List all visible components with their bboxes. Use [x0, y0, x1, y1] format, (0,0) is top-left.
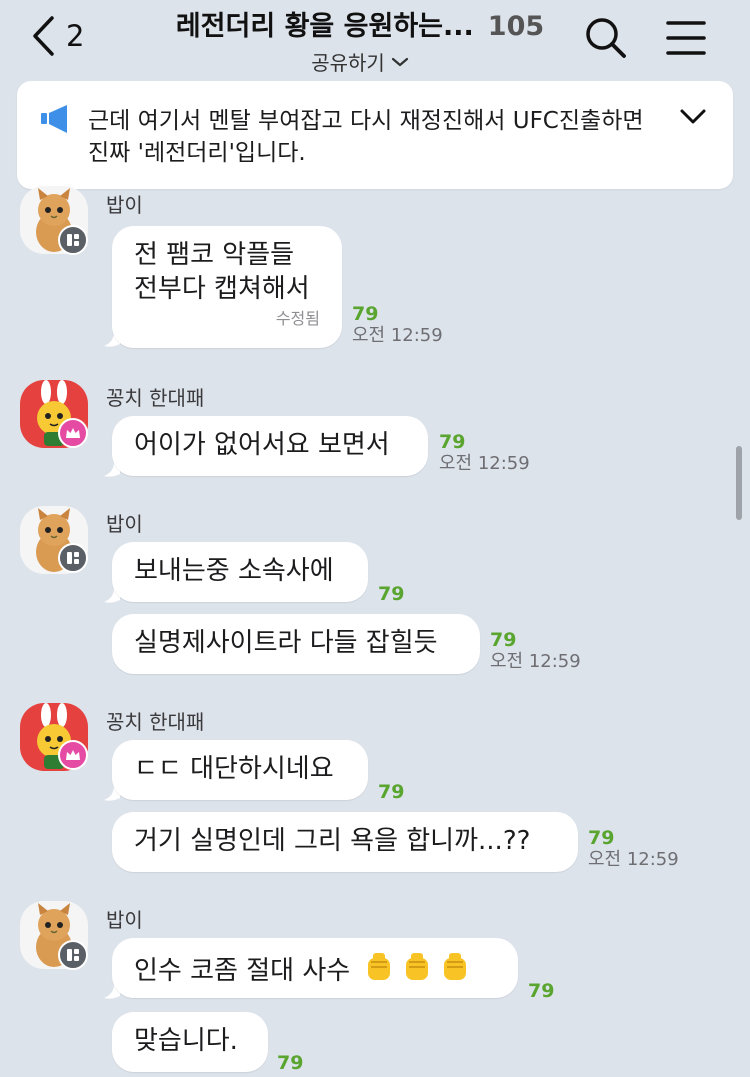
chat-title[interactable]: 레전더리 황을 응원하는... — [176, 4, 474, 43]
message-bubble[interactable]: 실명제사이트라 다들 잡힐듯 — [112, 614, 480, 674]
pinned-notice[interactable]: 근데 여기서 멘탈 부여잡고 다시 재정진해서 UFC진출하면 진짜 '레전더리… — [17, 81, 733, 189]
message-text: 어이가 없어서요 보면서 — [134, 430, 390, 460]
message-bubble[interactable]: 맞습니다. — [112, 1012, 268, 1072]
message-bubble[interactable]: ㄷㄷ 대단하시네요 — [112, 740, 368, 800]
message-text: ㄷㄷ 대단하시네요 — [134, 754, 334, 784]
read-count: 79 — [378, 583, 405, 605]
chevron-left-icon — [33, 16, 54, 56]
sender-name: 밥이 — [106, 512, 143, 536]
message-time: 오전 12:59 — [439, 453, 530, 474]
manager-badge-icon — [58, 225, 88, 255]
read-count: 79 — [378, 781, 405, 803]
raised-fist-icon — [362, 950, 396, 993]
sender-name: 꽁치 한대패 — [106, 386, 205, 410]
message-time: 오전 12:59 — [490, 651, 581, 672]
read-count: 79 — [352, 303, 379, 325]
raised-fist-icon — [400, 950, 434, 993]
share-label: 공유하기 — [311, 51, 385, 75]
unread-chat-count: 2 — [66, 19, 85, 53]
notice-text: 근데 여기서 멘탈 부여잡고 다시 재정진해서 UFC진출하면 진짜 '레전더리… — [88, 108, 644, 166]
read-count: 79 — [439, 431, 466, 453]
read-count: 79 — [588, 827, 615, 849]
back-button[interactable]: 2 — [30, 14, 84, 58]
search-icon — [586, 18, 626, 58]
owner-crown-icon — [58, 418, 88, 448]
message-text: 인수 코좀 절대 사수 — [134, 956, 351, 986]
manager-badge-icon — [58, 543, 88, 573]
message-bubble[interactable]: 보내는중 소속사에 — [112, 542, 368, 602]
message-bubble[interactable]: 인수 코좀 절대 사수 — [112, 938, 518, 998]
megaphone-icon — [41, 105, 67, 133]
read-count: 79 — [528, 980, 555, 1002]
hamburger-menu-icon — [666, 21, 706, 55]
chevron-down-icon — [391, 57, 408, 66]
message-text: 실명제사이트라 다들 잡힐듯 — [134, 628, 438, 658]
message-text-line: 전 팸코 악플들 — [134, 240, 295, 270]
read-count: 79 — [277, 1052, 304, 1074]
share-button[interactable]: 공유하기 — [311, 47, 409, 76]
sender-name: 밥이 — [106, 193, 143, 217]
message-bubble[interactable]: 전 팸코 악플들 전부다 캡쳐해서 수정됨 — [112, 226, 342, 348]
raised-fist-icon — [438, 950, 472, 993]
message-time: 오전 12:59 — [588, 849, 679, 870]
message-time: 오전 12:59 — [352, 325, 443, 346]
member-count: 105 — [487, 11, 545, 42]
notice-expand-icon[interactable] — [679, 107, 707, 127]
chat-title-area: 레전더리 황을 응원하는... 105 공유하기 — [150, 4, 570, 76]
scrollbar-thumb[interactable] — [736, 446, 742, 520]
message-text: 거기 실명인데 그리 욕을 합니까...?? — [134, 826, 531, 856]
read-count: 79 — [490, 629, 517, 651]
menu-button[interactable] — [664, 16, 708, 64]
chat-header: 2 레전더리 황을 응원하는... 105 공유하기 — [0, 0, 750, 80]
message-text: 보내는중 소속사에 — [134, 556, 334, 586]
manager-badge-icon — [58, 940, 88, 970]
sender-name: 밥이 — [106, 908, 143, 932]
search-button[interactable] — [584, 16, 628, 64]
owner-crown-icon — [58, 740, 88, 770]
sender-name: 꽁치 한대패 — [106, 710, 205, 734]
edited-label: 수정됨 — [275, 309, 320, 328]
message-text: 맞습니다. — [134, 1026, 238, 1056]
message-bubble[interactable]: 어이가 없어서요 보면서 — [112, 416, 428, 476]
message-bubble[interactable]: 거기 실명인데 그리 욕을 합니까...?? — [112, 812, 578, 872]
message-text-line: 전부다 캡쳐해서 — [134, 274, 310, 304]
